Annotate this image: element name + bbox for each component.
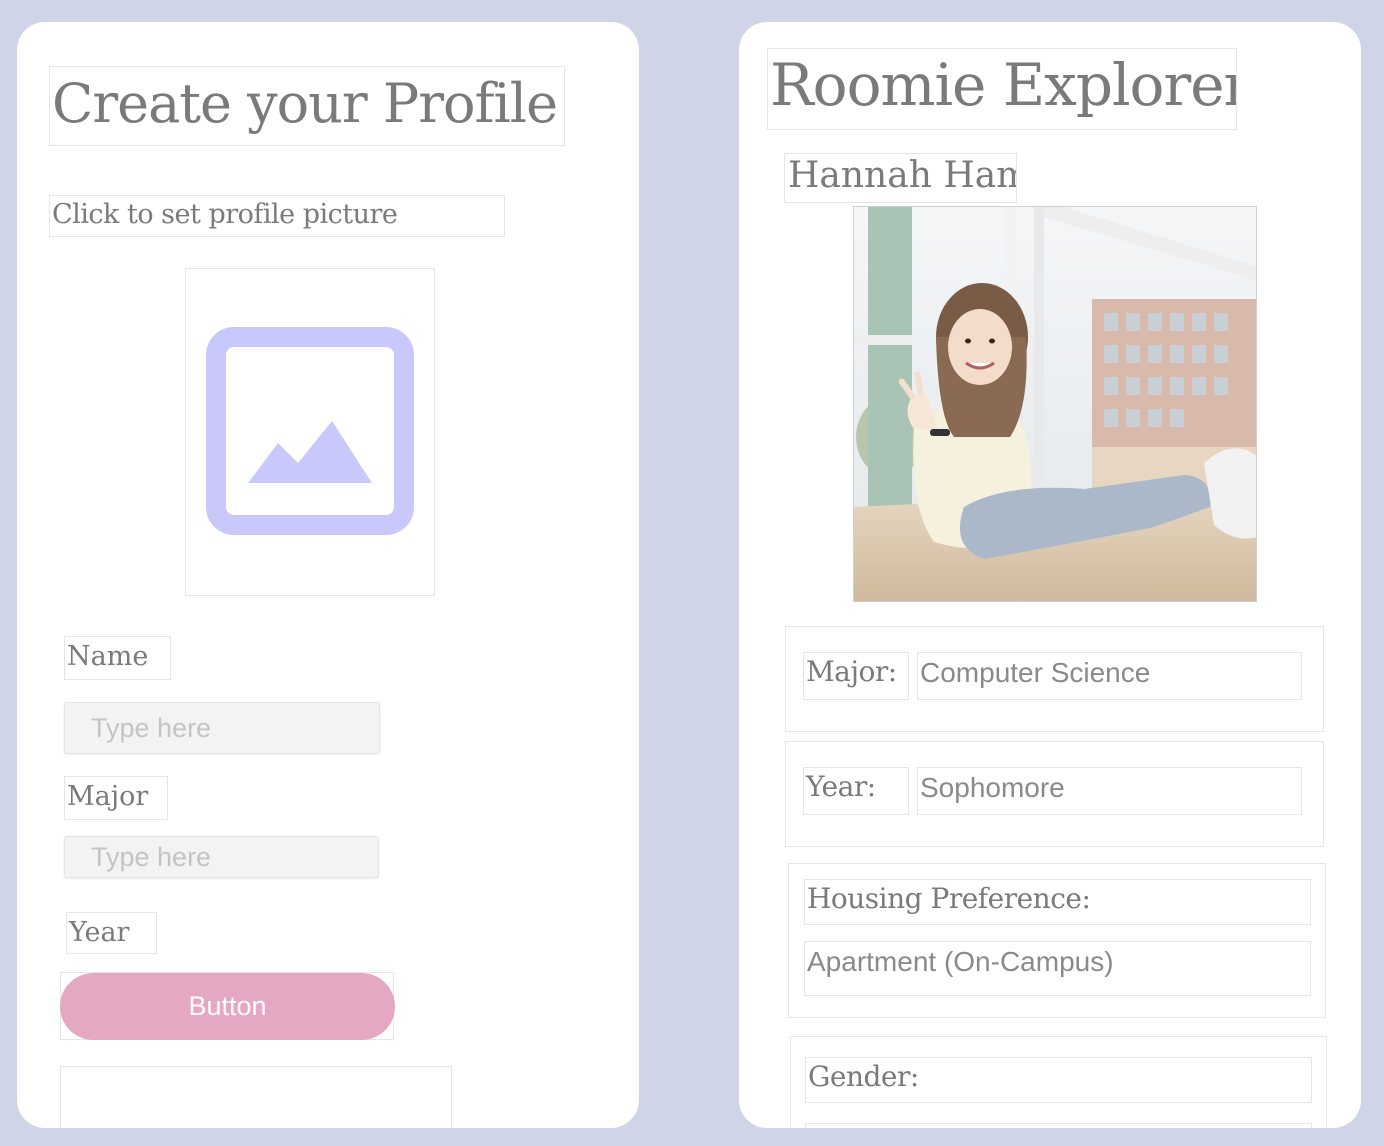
- roomie-explorer-card: Roomie Explorer Hannah Ham Major: Comput…: [739, 22, 1361, 1128]
- housing-info-label: Housing Preference:: [804, 879, 1311, 925]
- profile-name: Hannah Ham: [784, 153, 1017, 203]
- empty-container: [60, 1066, 452, 1128]
- profile-photo: [853, 206, 1257, 602]
- major-label: Major: [64, 776, 168, 820]
- profile-picture-picker[interactable]: [185, 268, 435, 596]
- name-input[interactable]: [64, 702, 380, 754]
- create-profile-card: Create your Profile Click to set profile…: [17, 22, 639, 1128]
- year-info-value: Sophomore: [917, 767, 1302, 815]
- explorer-title: Roomie Explorer: [767, 48, 1237, 130]
- housing-info-value: Apartment (On-Campus): [804, 941, 1311, 996]
- image-placeholder-icon: [206, 327, 414, 535]
- submit-button[interactable]: Button: [60, 973, 395, 1040]
- year-info-card: Year: Sophomore: [785, 741, 1324, 847]
- profile-picture-caption: Click to set profile picture: [49, 195, 505, 237]
- major-input[interactable]: [64, 836, 379, 878]
- gender-info-value: [805, 1123, 1312, 1128]
- page-title: Create your Profile: [49, 66, 565, 146]
- name-label: Name: [64, 636, 171, 680]
- gender-info-card: Gender:: [790, 1036, 1327, 1128]
- year-info-label: Year:: [803, 767, 909, 815]
- gender-info-label: Gender:: [805, 1057, 1312, 1103]
- housing-info-card: Housing Preference: Apartment (On-Campus…: [788, 863, 1326, 1018]
- major-info-card: Major: Computer Science: [785, 626, 1324, 732]
- major-info-label: Major:: [803, 652, 909, 700]
- profile-photo-image: [854, 207, 1256, 601]
- year-label: Year: [66, 912, 157, 954]
- major-info-value: Computer Science: [917, 652, 1302, 700]
